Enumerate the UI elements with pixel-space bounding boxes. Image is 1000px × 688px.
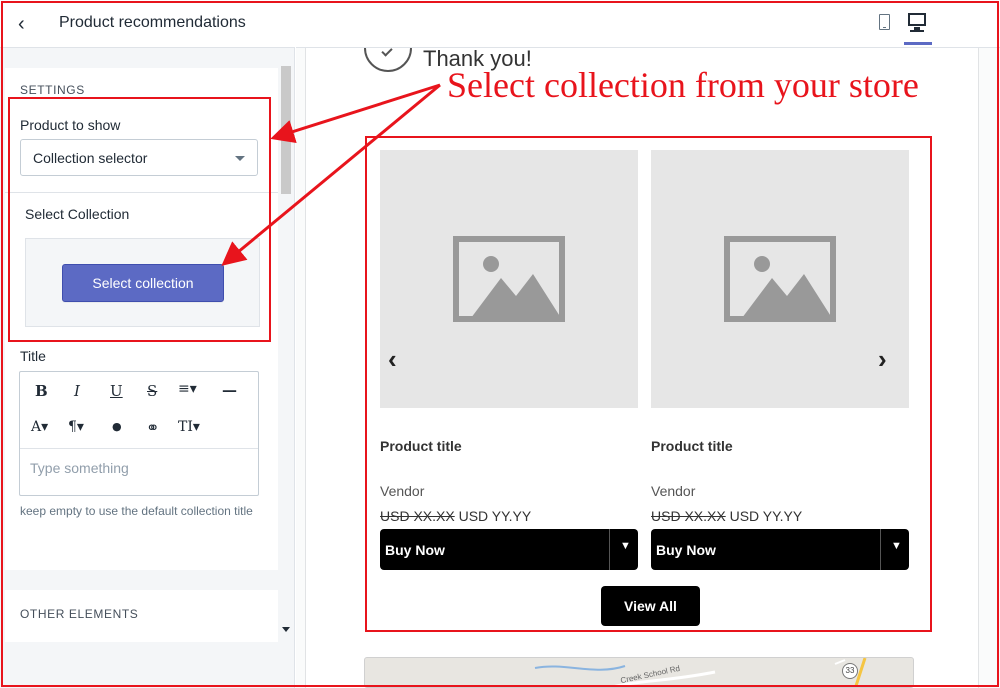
annotation-highlight-products [365, 136, 932, 632]
annotation-text: Select collection from your store [447, 65, 919, 105]
app-root: ‹ Product recommendations SETTINGS Produ… [0, 0, 1000, 688]
annotation-highlight-settings [8, 97, 271, 342]
